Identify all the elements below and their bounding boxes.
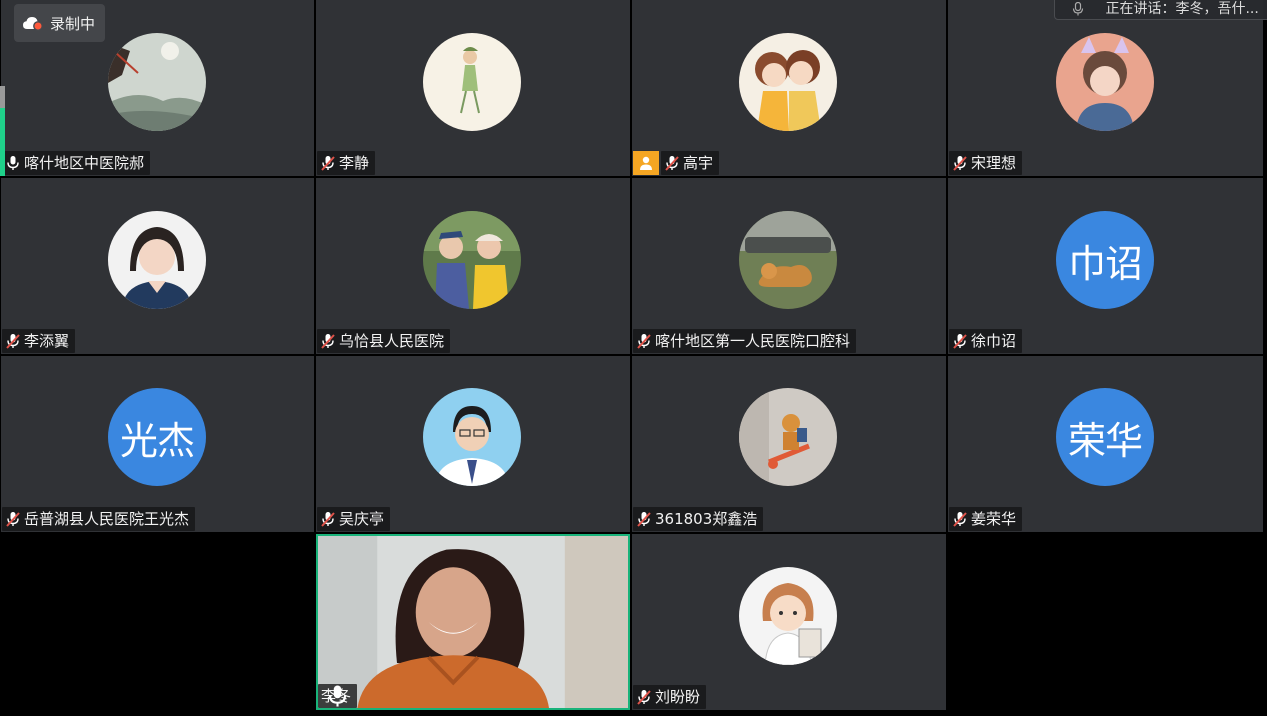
recording-indicator[interactable]: 录制中: [14, 4, 106, 42]
participant-name: 乌恰县人民医院: [339, 332, 445, 350]
host-badge: [633, 151, 659, 175]
participant-name-tag: 高宇: [661, 151, 720, 175]
muted-mic-icon: [665, 156, 679, 171]
participant-name: 吴庆亭: [339, 510, 385, 528]
speaking-text: 正在讲话：李冬，吾什...: [1105, 1, 1259, 17]
participant-name: 李添翼: [24, 332, 70, 350]
participant-name-tag: 刘盼盼: [633, 685, 707, 709]
participant-name: 高宇: [683, 154, 714, 172]
avatar: [739, 567, 837, 665]
mic-icon: [328, 685, 347, 707]
muted-mic-icon: [953, 512, 967, 527]
participant-name: 刘盼盼: [655, 688, 701, 706]
participant-tile[interactable]: 361803郑鑫浩: [632, 356, 946, 532]
mic-icon: [1072, 2, 1084, 16]
participant-name-tag: 姜荣华: [949, 507, 1023, 531]
participant-tile[interactable]: 喀什地区第一人民医院口腔科: [632, 178, 946, 354]
participant-name-tag: 喀什地区中医院郝: [2, 151, 151, 175]
avatar: [739, 388, 837, 486]
avatar: 光杰: [108, 388, 206, 486]
active-speaker-video[interactable]: 李冬: [316, 534, 630, 710]
participant-name: 喀什地区第一人民医院口腔科: [655, 332, 851, 350]
participant-name-tag: 李静: [317, 151, 376, 175]
participant-tile[interactable]: 刘盼盼: [632, 534, 946, 710]
participant-tile[interactable]: 高宇: [632, 0, 946, 176]
participant-name-tag: 岳普湖县人民医院王光杰: [2, 507, 196, 531]
avatar: [108, 211, 206, 309]
avatar: [423, 211, 521, 309]
recording-label: 录制中: [50, 14, 96, 33]
muted-mic-icon: [953, 156, 967, 171]
avatar: 荣华: [1056, 388, 1154, 486]
participant-name: 喀什地区中医院郝: [24, 154, 145, 172]
muted-mic-icon: [6, 512, 20, 527]
side-panel-handle[interactable]: [0, 86, 5, 176]
participant-tile[interactable]: 巾诏 徐巾诏: [948, 178, 1263, 354]
participant-tile[interactable]: 宋理想: [948, 0, 1263, 176]
avatar: 巾诏: [1056, 211, 1154, 309]
avatar: [739, 33, 837, 131]
muted-mic-icon: [637, 512, 651, 527]
avatar: [108, 33, 206, 131]
participant-tile[interactable]: 李添翼: [1, 178, 314, 354]
participant-name-tag: 李冬: [318, 684, 358, 708]
participant-name-tag: 徐巾诏: [949, 329, 1023, 353]
video-feed: [318, 536, 628, 708]
muted-mic-icon: [637, 334, 651, 349]
participant-tile[interactable]: 李静: [316, 0, 630, 176]
participant-name: 姜荣华: [971, 510, 1017, 528]
participant-name-tag: 乌恰县人民医院: [317, 329, 451, 353]
avatar: [423, 33, 521, 131]
user-icon: [640, 156, 652, 170]
participant-name: 宋理想: [971, 154, 1017, 172]
participant-name: 徐巾诏: [971, 332, 1017, 350]
participant-tile[interactable]: 吴庆亭: [316, 356, 630, 532]
cloud-record-icon: [23, 17, 43, 31]
participant-tile[interactable]: 光杰 岳普湖县人民医院王光杰: [1, 356, 314, 532]
participant-name: 361803郑鑫浩: [655, 510, 758, 528]
participant-name-tag: 李添翼: [2, 329, 76, 353]
participant-name: 岳普湖县人民医院王光杰: [24, 510, 190, 528]
avatar: [423, 388, 521, 486]
participant-name: 李静: [339, 154, 370, 172]
muted-mic-icon: [321, 334, 335, 349]
muted-mic-icon: [321, 156, 335, 171]
avatar: [739, 211, 837, 309]
muted-mic-icon: [321, 512, 335, 527]
mic-icon: [7, 156, 19, 170]
participant-tile[interactable]: 乌恰县人民医院: [316, 178, 630, 354]
participant-tile[interactable]: 荣华 姜荣华: [948, 356, 1263, 532]
participant-name-tag: 361803郑鑫浩: [633, 507, 764, 531]
muted-mic-icon: [953, 334, 967, 349]
avatar: [1056, 33, 1154, 131]
speaking-indicator: 正在讲话：李冬，吾什...: [1054, 0, 1267, 20]
participant-name-tag: 喀什地区第一人民医院口腔科: [633, 329, 857, 353]
participant-name-tag: 宋理想: [949, 151, 1023, 175]
participant-name-tag: 吴庆亭: [317, 507, 391, 531]
muted-mic-icon: [6, 334, 20, 349]
muted-mic-icon: [637, 690, 651, 705]
